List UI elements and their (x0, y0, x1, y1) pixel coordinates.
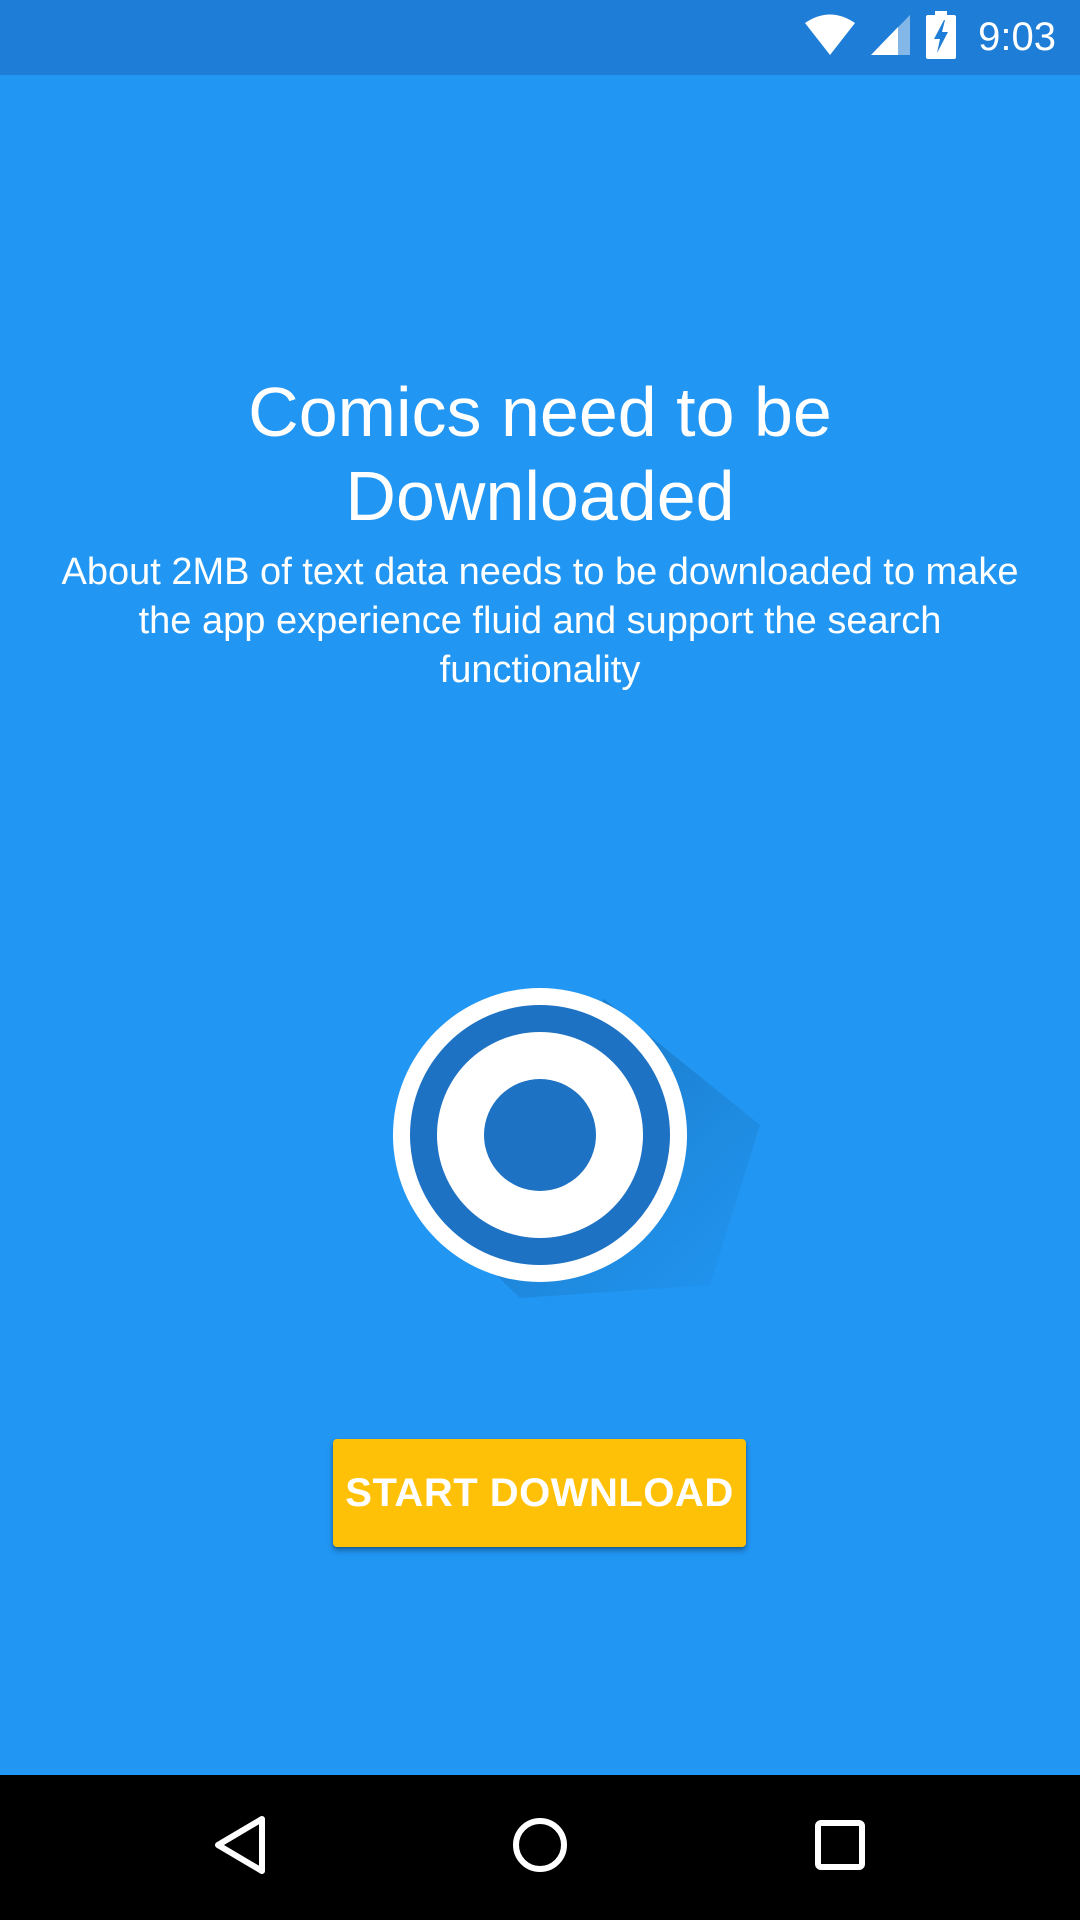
back-button[interactable] (160, 1775, 320, 1920)
recents-button[interactable] (760, 1775, 920, 1920)
status-icons: 9:03 (804, 0, 1056, 75)
back-icon (210, 1813, 270, 1882)
home-button[interactable] (460, 1775, 620, 1920)
start-download-button[interactable]: START DOWNLOAD (333, 1439, 746, 1547)
navigation-bar (0, 1775, 1080, 1920)
target-logo-icon (380, 955, 780, 1355)
status-time: 9:03 (978, 15, 1056, 59)
main-content: Comics need to be Downloaded About 2MB o… (0, 75, 1080, 1775)
download-screen: 9:03 Comics need to be Downloaded About … (0, 0, 1080, 1920)
page-title: Comics need to be Downloaded (248, 373, 832, 535)
wifi-icon (804, 14, 856, 61)
recents-icon (812, 1817, 868, 1878)
page-description: About 2MB of text data needs to be downl… (61, 551, 1019, 691)
battery-charging-icon (926, 11, 957, 64)
cell-signal-icon (870, 14, 912, 61)
status-bar: 9:03 (0, 0, 1080, 75)
home-icon (510, 1815, 570, 1880)
